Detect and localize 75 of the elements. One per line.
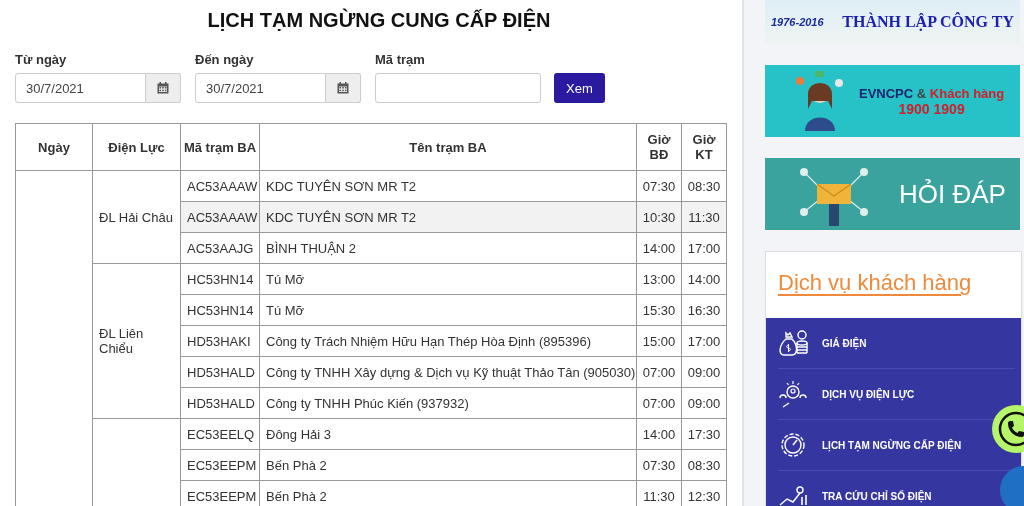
table-cell: 14:00 xyxy=(681,263,727,295)
table-cell: 07:00 xyxy=(636,387,682,419)
table-cell: 15:00 xyxy=(636,325,682,357)
field-label: Mã trạm xyxy=(375,52,426,67)
calendar-icon xyxy=(157,82,169,94)
column-header: Giờ KT xyxy=(681,123,727,171)
table-cell: 17:00 xyxy=(681,325,727,357)
table-cell: 08:30 xyxy=(681,170,727,202)
column-header: Mã trạm BA xyxy=(180,123,260,171)
table-cell: Công ty TNHH Phúc Kiến (937932) xyxy=(259,387,637,419)
table-cell: Tú Mỡ xyxy=(259,263,637,295)
table-cell: Tú Mỡ xyxy=(259,294,637,326)
table-cell: Công ty TNHH Xây dựng & Dịch vụ Kỹ thuật Thảo Tân (905030) xyxy=(259,356,637,388)
table-cell: 14:00 xyxy=(636,418,682,450)
service-link[interactable]: GIÁ ĐIỆN xyxy=(778,329,867,357)
table-cell: HC53HN14 xyxy=(180,263,260,295)
banner-years: 1976-2016 xyxy=(771,16,824,28)
table-cell: 09:00 xyxy=(681,356,727,388)
column-header: Điện Lực xyxy=(92,123,181,171)
field-label: Đến ngày xyxy=(195,52,255,67)
operator-drawing xyxy=(795,71,845,131)
table-cell: 15:30 xyxy=(636,294,682,326)
service-link[interactable]: DỊCH VỤ ĐIỆN LỰC xyxy=(778,380,915,408)
column-header: Ngày xyxy=(15,123,93,171)
chart-icon xyxy=(778,485,808,506)
table-cell: 08:30 xyxy=(681,449,727,481)
table-cell: HC53HN14 xyxy=(180,294,260,326)
table-cell: BÌNH THUẬN 2 xyxy=(259,232,637,264)
hotline-banner[interactable]: EVNCPC & Khách hàng 1900 1909 xyxy=(765,65,1020,137)
table-cell: AC53AAAW xyxy=(180,170,260,202)
district-cell: ĐL Liên Chiểu xyxy=(99,326,144,356)
table-cell: 09:00 xyxy=(681,387,727,419)
field-label: Từ ngày xyxy=(15,52,68,67)
column-header: Tên trạm BA xyxy=(259,123,637,171)
district-cell: ĐL Hải Châu xyxy=(99,209,173,225)
calendar-button[interactable] xyxy=(146,73,181,103)
anniversary-banner[interactable]: 1976-2016 THÀNH LẬP CÔNG TY xyxy=(765,0,1020,44)
table-cell: 16:30 xyxy=(681,294,727,326)
column-header: Giờ BĐ xyxy=(636,123,682,171)
view-button[interactable]: Xem xyxy=(554,73,605,103)
table-cell: HD53HAKI xyxy=(180,325,260,357)
table-cell: 13:00 xyxy=(636,263,682,295)
table-cell: Công ty Trách Nhiệm Hữu Hạn Thép Hòa Định (895396) xyxy=(259,325,637,357)
page-title: LỊCH TẠM NGỪNG CUNG CẤP ĐIỆN xyxy=(206,9,552,32)
table-cell: AC53AAAW xyxy=(180,201,260,233)
table-cell: 07:00 xyxy=(636,356,682,388)
table-cell: AC53AAJG xyxy=(180,232,260,264)
date-field[interactable]: 30/7/2021 xyxy=(195,73,326,103)
table-cell: Đông Hải 3 xyxy=(259,418,637,450)
table-cell: KDC TUYÊN SƠN MR T2 xyxy=(259,201,637,233)
hotline-number: 1900 1909 xyxy=(898,100,965,117)
table-cell: EC53EEPM xyxy=(180,449,260,481)
table-cell: 07:30 xyxy=(636,449,682,481)
table-cell: HD53HALD xyxy=(180,356,260,388)
date-field[interactable]: 30/7/2021 xyxy=(15,73,146,103)
table-cell: 07:30 xyxy=(636,170,682,202)
magnifier-people-icon xyxy=(778,380,808,408)
station-code-field[interactable] xyxy=(375,73,541,103)
banner-text: THÀNH LẬP CÔNG TY xyxy=(842,13,1014,31)
calendar-button[interactable] xyxy=(326,73,361,103)
banner-text: EVNCPC & Khách hàng xyxy=(859,85,1005,101)
gear-gauge-icon xyxy=(778,430,808,460)
table-cell: KDC TUYÊN SƠN MR T2 xyxy=(259,170,637,202)
table-cell: 17:00 xyxy=(681,232,727,264)
calendar-icon xyxy=(337,82,349,94)
table-cell: HD53HALD xyxy=(180,387,260,419)
service-link[interactable]: LỊCH TẠM NGỪNG CẤP ĐIỆN xyxy=(778,430,962,460)
banner-text: HỎI ĐÁP xyxy=(899,178,1006,210)
table-cell: 17:30 xyxy=(681,418,727,450)
service-link[interactable]: TRA CỨU CHỈ SỐ ĐIỆN xyxy=(778,485,932,506)
phone-icon xyxy=(998,411,1024,447)
table-cell: Bến Phà 2 xyxy=(259,449,637,481)
table-cell: 14:00 xyxy=(636,232,682,264)
table-cell: EC53EELQ xyxy=(180,418,260,450)
money-bag-icon xyxy=(778,329,808,357)
